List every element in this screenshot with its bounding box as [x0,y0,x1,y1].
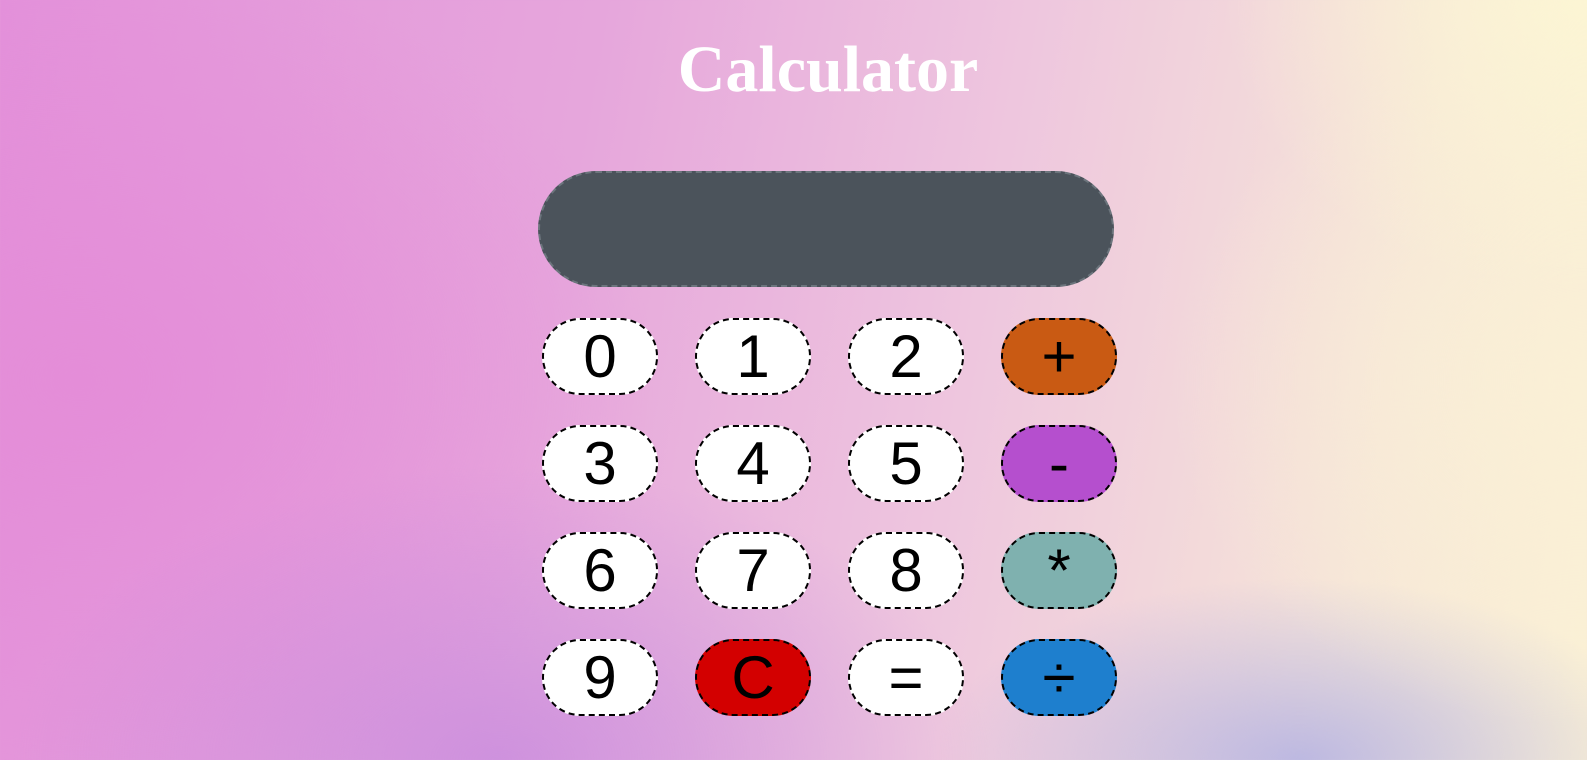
digit-0-button[interactable]: 0 [542,318,658,395]
digit-9-button[interactable]: 9 [542,639,658,716]
subtract-button[interactable]: - [1001,425,1117,502]
digit-7-button[interactable]: 7 [695,532,811,609]
digit-6-button[interactable]: 6 [542,532,658,609]
digit-3-button[interactable]: 3 [542,425,658,502]
equals-button[interactable]: = [848,639,964,716]
digit-2-button[interactable]: 2 [848,318,964,395]
add-button[interactable]: + [1001,318,1117,395]
digit-4-button[interactable]: 4 [695,425,811,502]
clear-button[interactable]: C [695,639,811,716]
keypad: 0 1 2 + 3 4 5 - 6 7 8 * 9 C = ÷ [542,318,1117,716]
multiply-button[interactable]: * [1001,532,1117,609]
calculator-display [538,171,1114,287]
digit-1-button[interactable]: 1 [695,318,811,395]
digit-8-button[interactable]: 8 [848,532,964,609]
page-title: Calculator [677,33,979,106]
divide-button[interactable]: ÷ [1001,639,1117,716]
digit-5-button[interactable]: 5 [848,425,964,502]
